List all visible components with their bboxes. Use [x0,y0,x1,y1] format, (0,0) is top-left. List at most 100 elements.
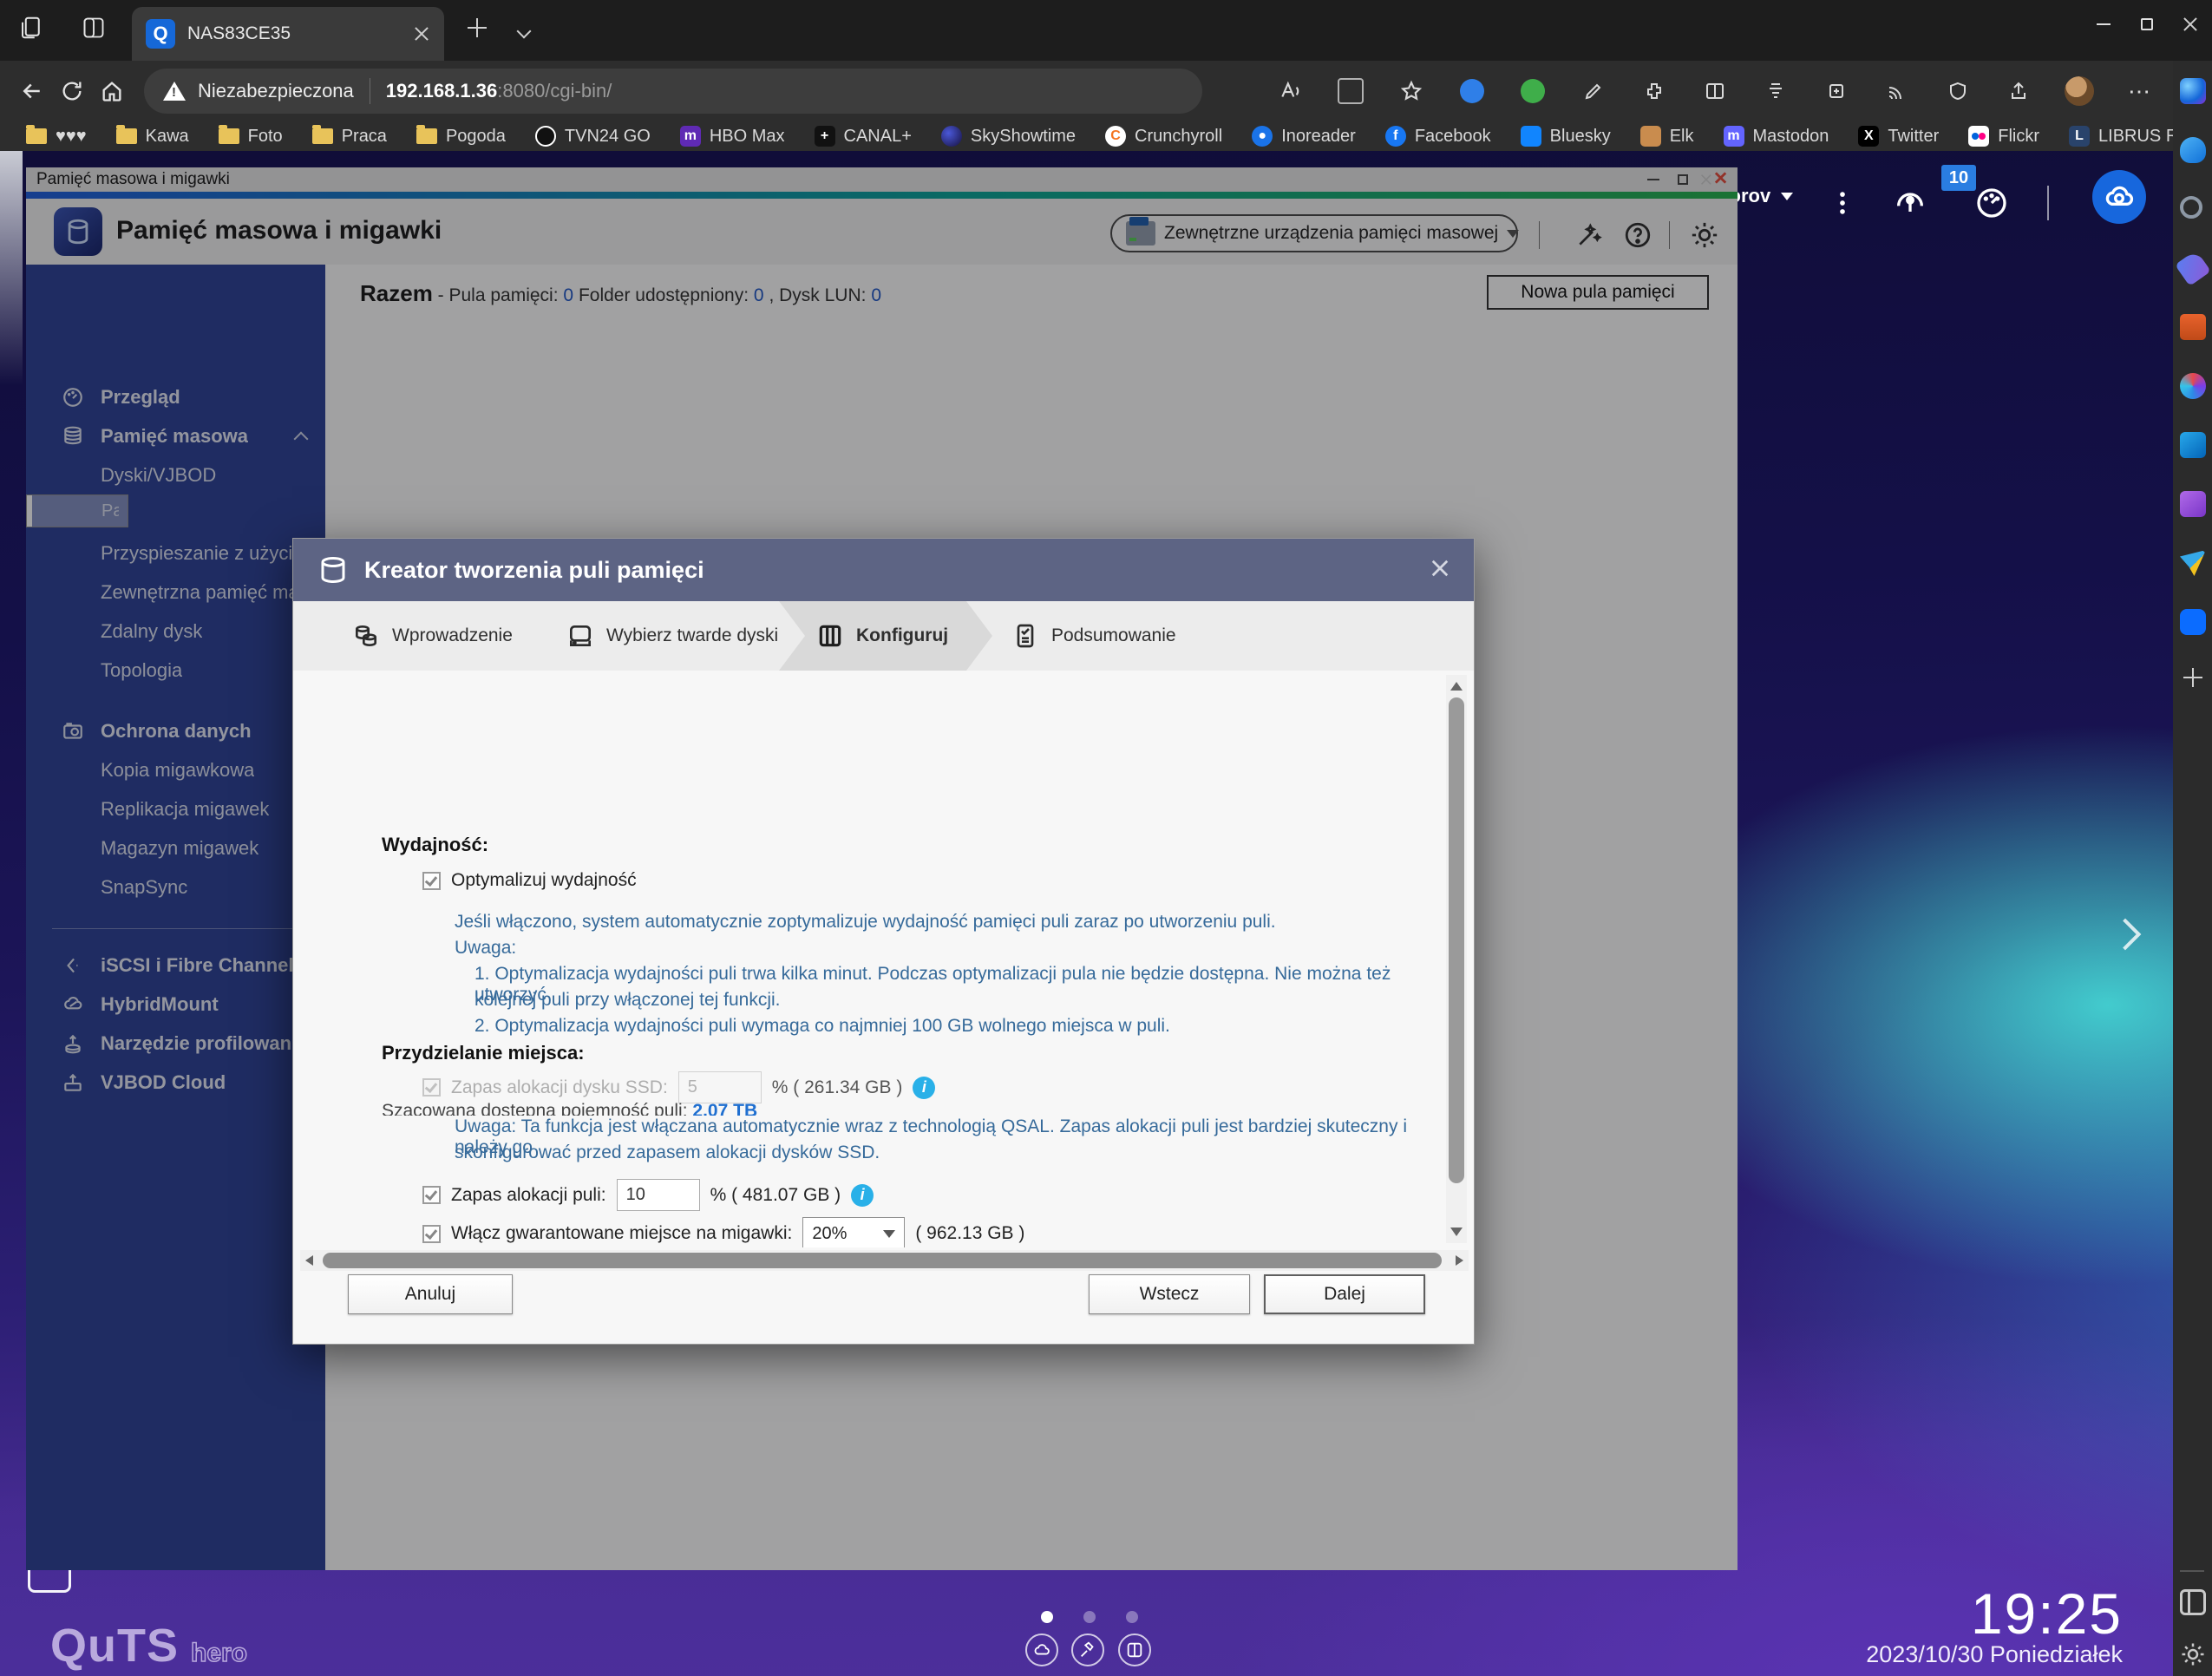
favorites-bar-icon[interactable] [1756,71,1796,111]
scroll-left-icon[interactable] [305,1255,313,1266]
snapshot-percent-select[interactable]: 20% [802,1217,905,1247]
security-label[interactable]: Niezabezpieczona [198,80,354,102]
wallpaper-next-arrow-icon[interactable] [2110,919,2142,951]
dashboard-gauge-icon[interactable] [1971,182,2012,224]
read-aloud-icon[interactable] [1270,71,1310,111]
m365-icon[interactable] [2180,373,2206,399]
bookmark-link[interactable]: mMastodon [1724,126,1829,147]
share-icon[interactable] [1999,71,2039,111]
settings-more-icon[interactable]: ⋯ [2120,71,2160,111]
next-button[interactable]: Dalej [1264,1274,1425,1314]
reload-icon[interactable] [52,71,92,111]
blue-app-icon[interactable] [2180,609,2206,635]
bookmark-link[interactable]: fFacebook [1385,126,1491,147]
tab-list-chevron-icon[interactable] [505,12,543,50]
bookmark-link[interactable]: ●Inoreader [1252,126,1356,147]
h-scroll-thumb[interactable] [323,1253,1442,1268]
more-options-icon[interactable] [1822,182,1863,224]
back-button[interactable]: Wstecz [1089,1274,1250,1314]
url-host[interactable]: 192.168.1.36 [386,80,497,102]
introduction-step-icon [352,622,380,650]
pool-checkbox[interactable] [422,1186,441,1204]
pool-overprovisioning-row: Zapas alokacji puli: % ( 481.07 GB ) i [422,1179,874,1211]
browser-tab[interactable]: NAS83CE35 [132,7,444,61]
back-icon[interactable] [12,71,52,111]
toolbox-icon[interactable] [2180,314,2206,340]
url-path[interactable]: :8080/cgi-bin/ [497,80,612,102]
favorite-star-icon[interactable] [1391,71,1431,111]
profile-avatar[interactable] [2059,71,2099,111]
workspaces-icon[interactable] [12,9,50,47]
bookmark-link[interactable]: +CANAL+ [815,126,912,147]
bookmark-link[interactable]: CCrunchyroll [1105,126,1222,147]
window-maximize-button[interactable] [2125,0,2169,49]
copilot-icon[interactable] [2180,78,2206,104]
outlook-icon[interactable] [2180,432,2206,458]
window-close-button[interactable] [2169,0,2212,49]
step-introduction[interactable]: Wprowadzenie [352,601,513,671]
pool-percent-input[interactable] [617,1179,700,1211]
step-select-disks[interactable]: Wybierz twarde dyski [566,601,778,671]
hd-badge-icon[interactable] [1331,71,1371,111]
scroll-up-icon[interactable] [1450,682,1463,691]
bookmark-folder[interactable]: Praca [312,127,387,147]
bookmark-link[interactable]: Elk [1640,126,1694,147]
bookmark-folder[interactable]: Kawa [116,127,189,147]
dock-cloud-icon[interactable] [1025,1633,1058,1666]
adblock-shield-icon[interactable] [1513,71,1553,111]
sidebar-settings-gear-icon[interactable] [2180,1641,2206,1667]
sidebar-search-icon[interactable] [2180,196,2202,219]
optimize-checkbox[interactable] [422,872,441,890]
bookmark-link[interactable]: SkyShowtime [941,126,1076,147]
insecure-warning-icon[interactable] [163,82,186,101]
step-summary[interactable]: Podsumowanie [1011,601,1176,671]
sidebar-add-icon[interactable] [2180,668,2206,694]
tab-actions-icon[interactable] [75,9,113,47]
cancel-button[interactable]: Anuluj [348,1274,513,1314]
collections-icon[interactable] [1816,71,1856,111]
vertical-scrollbar[interactable] [1446,675,1467,1243]
bookmark-folder[interactable]: Foto [219,127,283,147]
wizard-close-icon[interactable] [1430,559,1450,582]
desktop-page-dot-1[interactable] [1041,1611,1053,1623]
pool-info-icon[interactable]: i [851,1184,874,1207]
v-scroll-thumb[interactable] [1449,697,1464,1183]
extensions-puzzle-icon[interactable] [1634,71,1674,111]
bookmark-folder[interactable]: Pogoda [416,127,506,147]
split-screen-icon[interactable] [1695,71,1735,111]
dock-docs-icon[interactable] [1118,1633,1151,1666]
wizard-header[interactable]: Kreator tworzenia puli pamięci [293,539,1474,601]
address-bar[interactable]: Niezabezpieczona 192.168.1.36:8080/cgi-b… [144,69,1202,114]
home-icon[interactable] [92,71,132,111]
perf-note-4: kolejnej puli przy włączonej tej funkcji… [474,990,781,1011]
browser-essentials-icon[interactable] [1452,71,1492,111]
defender-shield-icon[interactable] [1938,71,1978,111]
step-configure[interactable]: Konfiguruj [816,601,948,671]
scroll-down-icon[interactable] [1450,1228,1463,1236]
shopping-tag-icon[interactable] [2175,250,2211,286]
myqnapcloud-button[interactable] [2092,170,2146,224]
drop-plane-icon[interactable] [2180,550,2206,576]
desktop-page-dot-2[interactable] [1083,1611,1096,1623]
sidebar-layout-icon[interactable] [2180,1589,2206,1615]
resource-info-icon[interactable] [1889,182,1931,224]
dock-tools-icon[interactable] [1071,1633,1104,1666]
new-tab-button[interactable] [458,9,496,47]
ssd-info-icon[interactable]: i [913,1077,935,1099]
bookmark-link[interactable]: Bluesky [1521,126,1611,147]
bookmark-folder[interactable]: ♥♥♥ [26,127,87,147]
editor-pen-icon[interactable] [1574,71,1613,111]
bookmark-link[interactable]: TVN24 GO [535,126,651,147]
tab-close-icon[interactable] [413,25,430,43]
bookmark-link[interactable]: Flickr [1968,126,2039,147]
bookmark-link[interactable]: mHBO Max [680,126,785,147]
scroll-right-icon[interactable] [1456,1255,1463,1266]
snapshot-checkbox[interactable] [422,1225,441,1243]
window-minimize-button[interactable] [2082,0,2125,49]
sidebar-bell-icon[interactable] [2180,137,2206,163]
desktop-page-dot-3[interactable] [1126,1611,1138,1623]
bookmark-link[interactable]: XTwitter [1858,126,1939,147]
horizontal-scrollbar[interactable] [300,1250,1469,1271]
designer-icon[interactable] [2180,491,2206,517]
cast-icon[interactable] [1877,71,1917,111]
